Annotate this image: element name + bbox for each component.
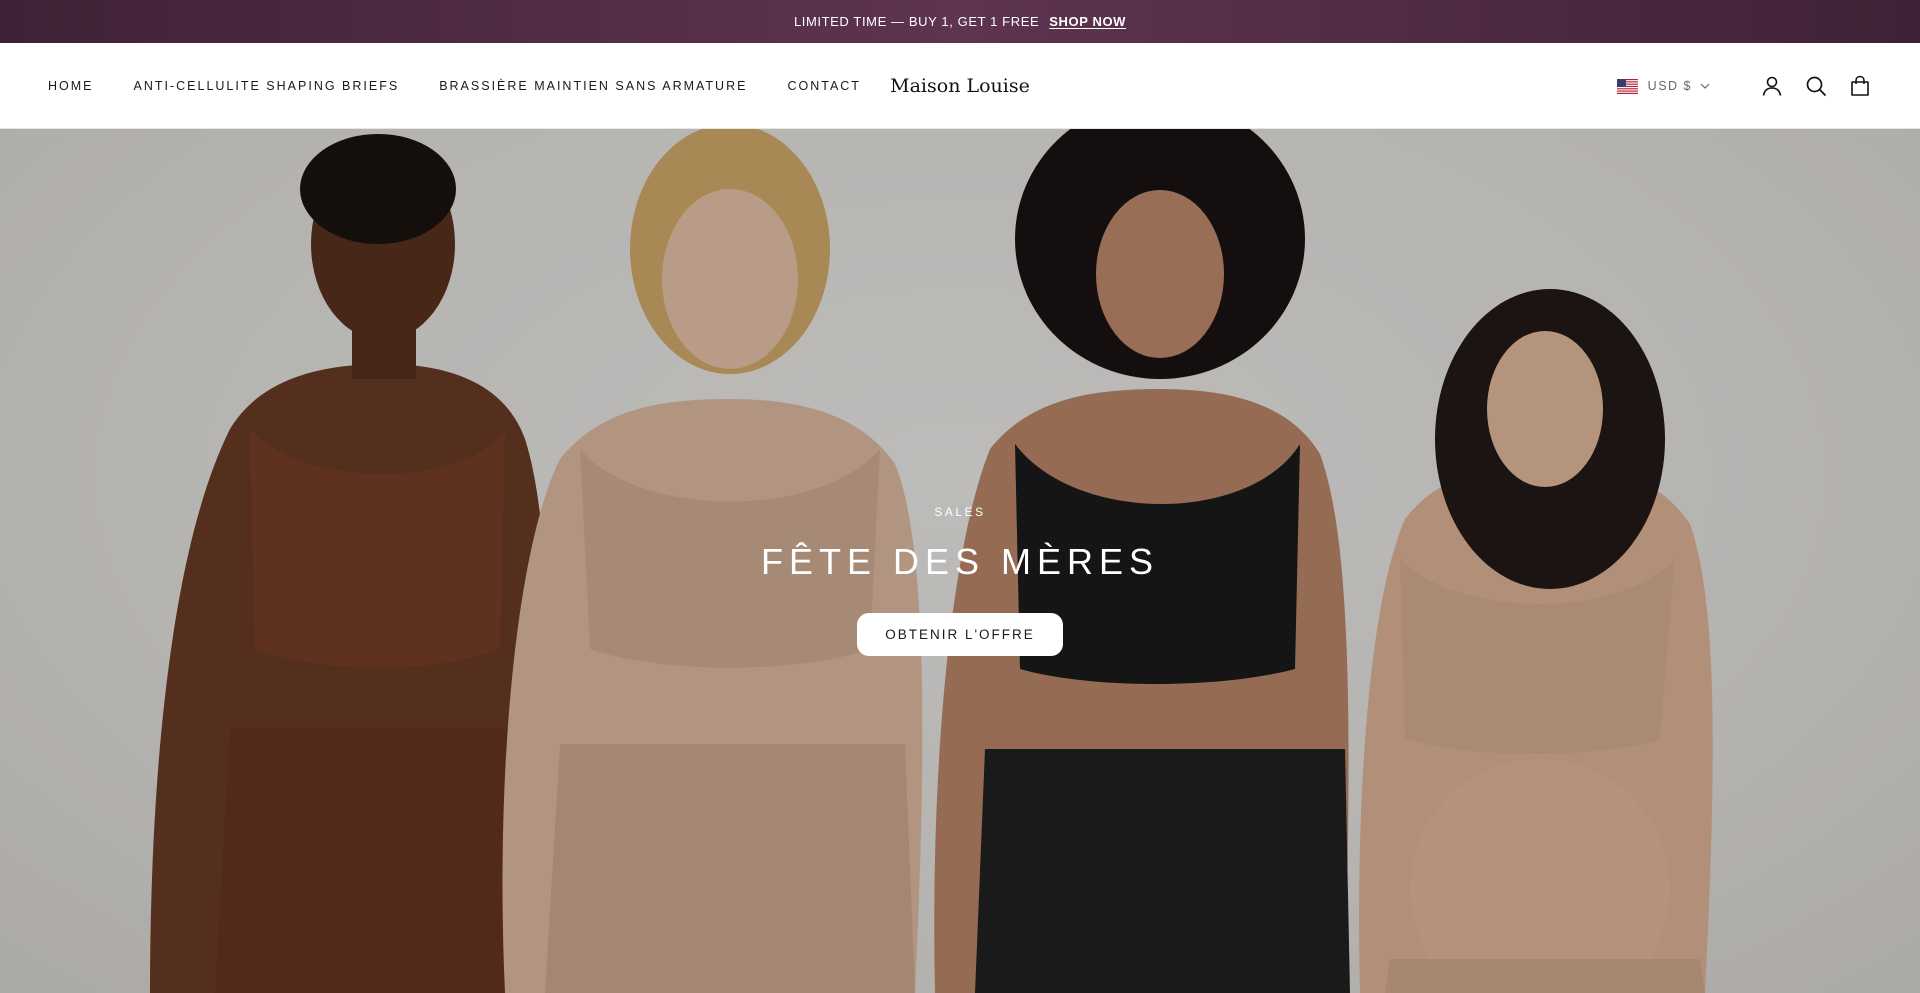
announcement-bar: LIMITED TIME — BUY 1, GET 1 FREE SHOP NO… xyxy=(0,0,1920,43)
site-header: HOME ANTI-CELLULITE SHAPING BRIEFS BRASS… xyxy=(0,43,1920,129)
nav-item-anti-cellulite-briefs[interactable]: ANTI-CELLULITE SHAPING BRIEFS xyxy=(134,79,400,93)
us-flag-icon xyxy=(1616,78,1638,94)
nav-item-brassiere[interactable]: BRASSIÈRE MAINTIEN SANS ARMATURE xyxy=(439,79,747,93)
hero-eyebrow: SALES xyxy=(934,505,986,519)
search-icon[interactable] xyxy=(1804,74,1828,98)
currency-label: USD $ xyxy=(1647,79,1692,93)
cart-icon[interactable] xyxy=(1848,74,1872,98)
nav-item-home[interactable]: HOME xyxy=(48,79,94,93)
header-tools: USD $ xyxy=(1616,43,1872,129)
hero-banner: SALES FÊTE DES MÈRES OBTENIR L'OFFRE xyxy=(0,129,1920,993)
obtain-offer-button[interactable]: OBTENIR L'OFFRE xyxy=(857,613,1063,656)
shop-now-link[interactable]: SHOP NOW xyxy=(1049,14,1126,29)
main-nav: HOME ANTI-CELLULITE SHAPING BRIEFS BRASS… xyxy=(48,43,901,129)
announcement-text: LIMITED TIME — BUY 1, GET 1 FREE xyxy=(793,14,1040,29)
account-icon[interactable] xyxy=(1760,74,1784,98)
nav-item-contact[interactable]: CONTACT xyxy=(787,79,861,93)
hero-content: SALES FÊTE DES MÈRES OBTENIR L'OFFRE xyxy=(0,505,1920,656)
chevron-down-icon xyxy=(1700,83,1710,89)
hero-title: FÊTE DES MÈRES xyxy=(760,541,1160,582)
currency-selector[interactable]: USD $ xyxy=(1616,78,1710,94)
store-logo[interactable]: Maison Louise xyxy=(890,43,1030,129)
